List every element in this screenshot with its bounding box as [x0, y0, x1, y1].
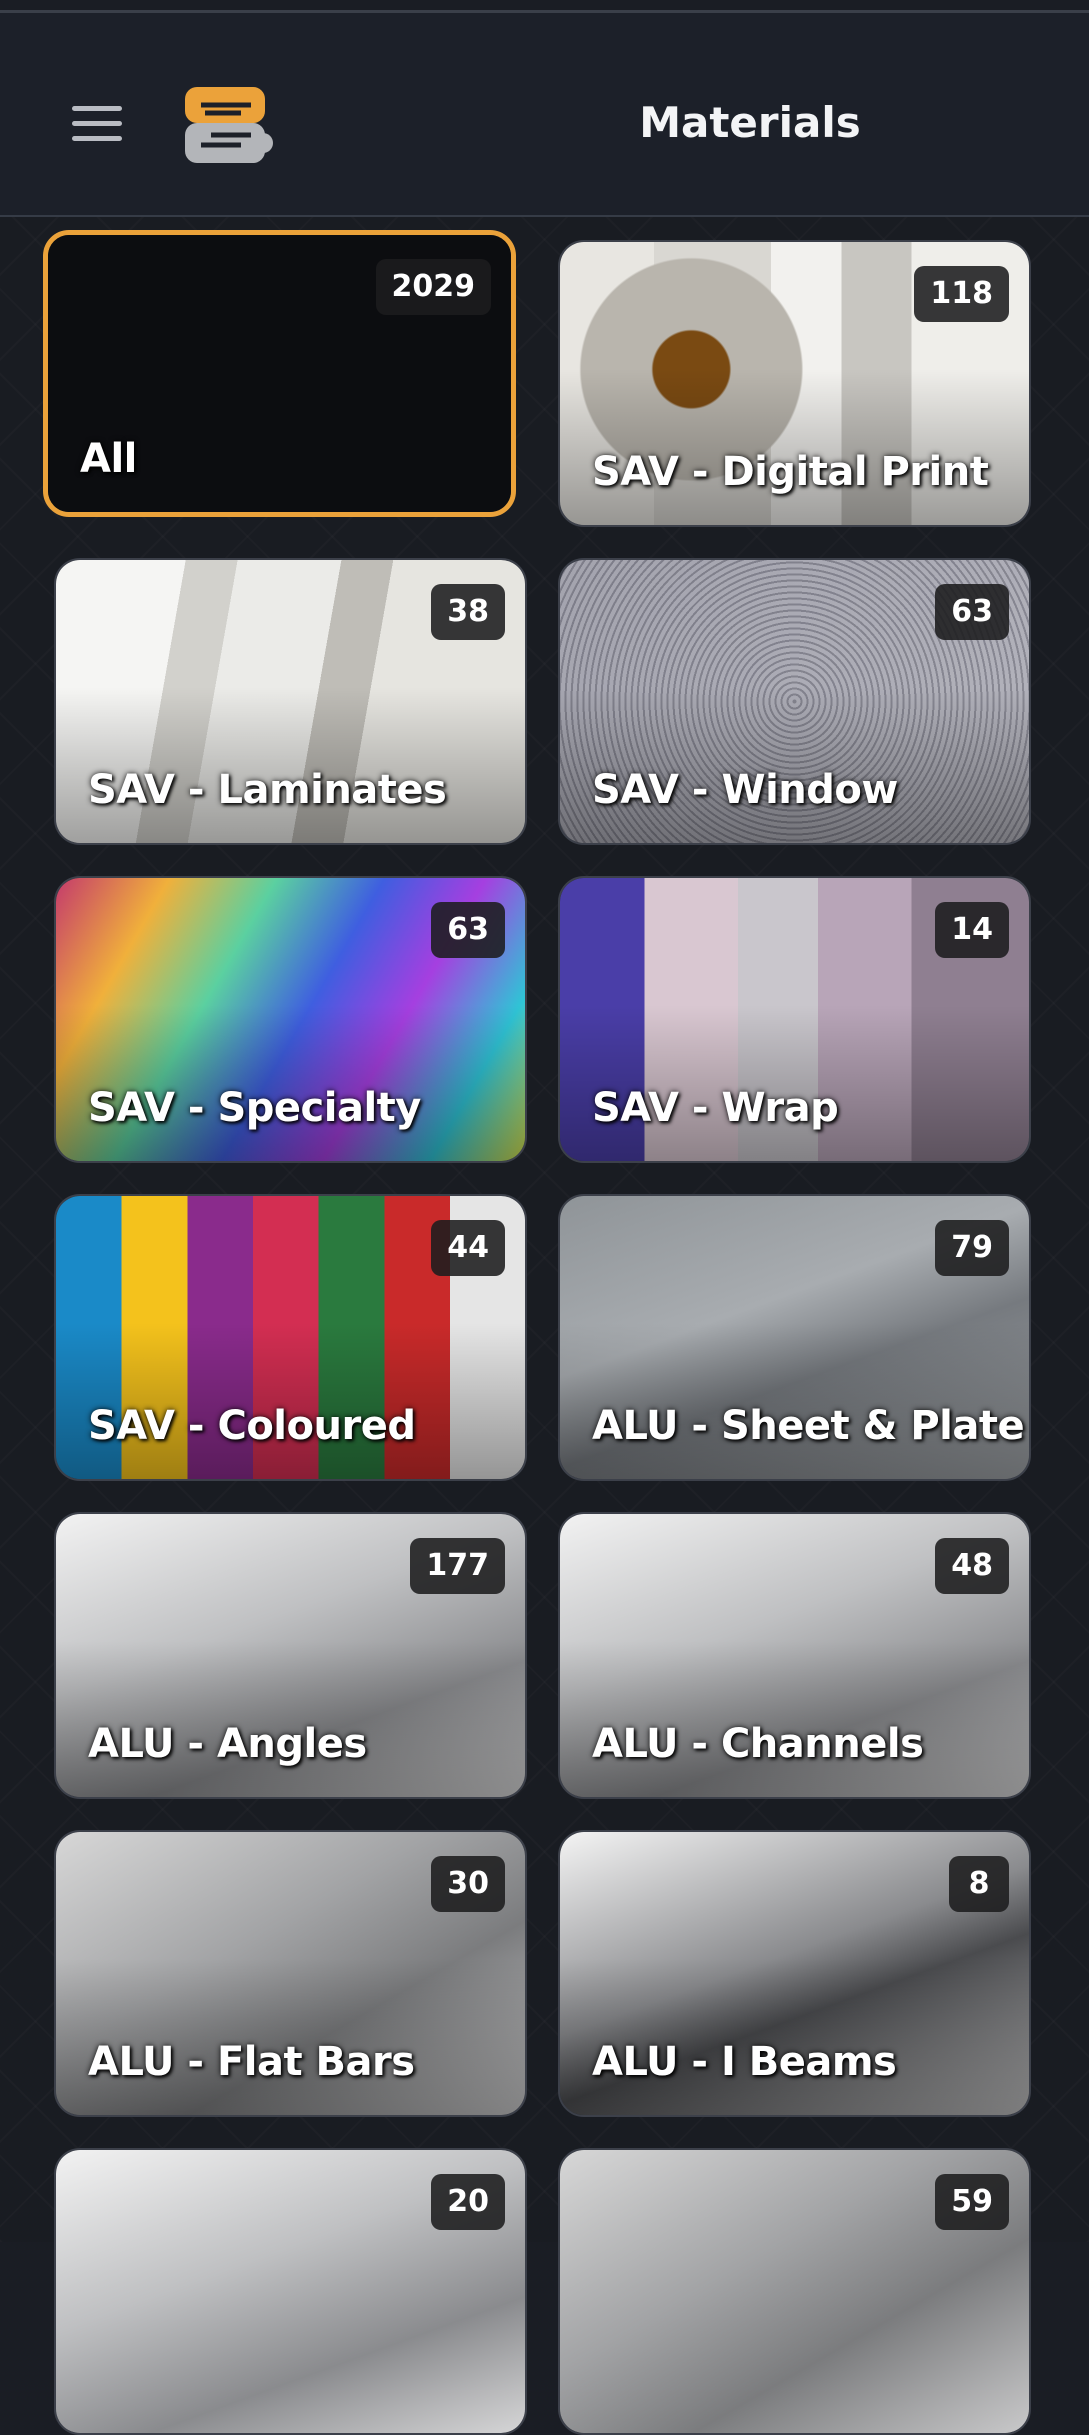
page-title: Materials	[639, 98, 861, 147]
category-card-sav-laminates[interactable]: 38 SAV - Laminates	[54, 558, 527, 845]
count-badge: 14	[935, 902, 1009, 958]
count-badge: 118	[914, 266, 1009, 322]
count-badge: 30	[431, 1856, 505, 1912]
app-header: Materials	[0, 13, 1089, 217]
count-badge: 38	[431, 584, 505, 640]
category-card-alu-channels[interactable]: 48 ALU - Channels	[558, 1512, 1031, 1799]
category-label: SAV - Laminates	[88, 767, 447, 813]
category-label: ALU - Flat Bars	[88, 2039, 415, 2085]
category-label: ALU - Angles	[88, 1721, 367, 1767]
category-card-sav-specialty[interactable]: 63 SAV - Specialty	[54, 876, 527, 1163]
category-label: SAV - Coloured	[88, 1403, 416, 1449]
count-badge: 20	[431, 2174, 505, 2230]
category-label: SAV - Window	[592, 767, 898, 813]
category-card-sav-window[interactable]: 63 SAV - Window	[558, 558, 1031, 845]
category-card-sav-wrap[interactable]: 14 SAV - Wrap	[558, 876, 1031, 1163]
category-card-sav-coloured[interactable]: 44 SAV - Coloured	[54, 1194, 527, 1481]
count-badge: 48	[935, 1538, 1009, 1594]
category-card-all[interactable]: 2029 All	[43, 230, 516, 517]
status-bar-edge	[0, 0, 1089, 13]
category-card-alu-flat-bars[interactable]: 30 ALU - Flat Bars	[54, 1830, 527, 2117]
category-label: ALU - Sheet & Plate	[592, 1403, 1025, 1449]
count-badge: 63	[935, 584, 1009, 640]
count-badge: 63	[431, 902, 505, 958]
category-label: SAV - Wrap	[592, 1085, 839, 1131]
category-card-alu-i-beams[interactable]: 8 ALU - I Beams	[558, 1830, 1031, 2117]
hamburger-menu-icon[interactable]	[72, 106, 122, 146]
category-card-partial-left[interactable]: 20	[54, 2148, 527, 2435]
count-badge: 79	[935, 1220, 1009, 1276]
category-label: ALU - I Beams	[592, 2039, 897, 2085]
category-card-sav-digital-print[interactable]: 118 SAV - Digital Print	[558, 240, 1031, 527]
category-label: All	[80, 436, 137, 482]
category-card-partial-right[interactable]: 59	[558, 2148, 1031, 2435]
category-label: SAV - Specialty	[88, 1085, 421, 1131]
count-badge: 177	[410, 1538, 505, 1594]
app-logo	[185, 87, 273, 163]
count-badge: 44	[431, 1220, 505, 1276]
count-badge: 2029	[375, 259, 491, 315]
category-card-alu-sheet-plate[interactable]: 79 ALU - Sheet & Plate	[558, 1194, 1031, 1481]
category-card-alu-angles[interactable]: 177 ALU - Angles	[54, 1512, 527, 1799]
count-badge: 59	[935, 2174, 1009, 2230]
category-label: SAV - Digital Print	[592, 449, 989, 495]
category-label: ALU - Channels	[592, 1721, 924, 1767]
count-badge: 8	[949, 1856, 1009, 1912]
